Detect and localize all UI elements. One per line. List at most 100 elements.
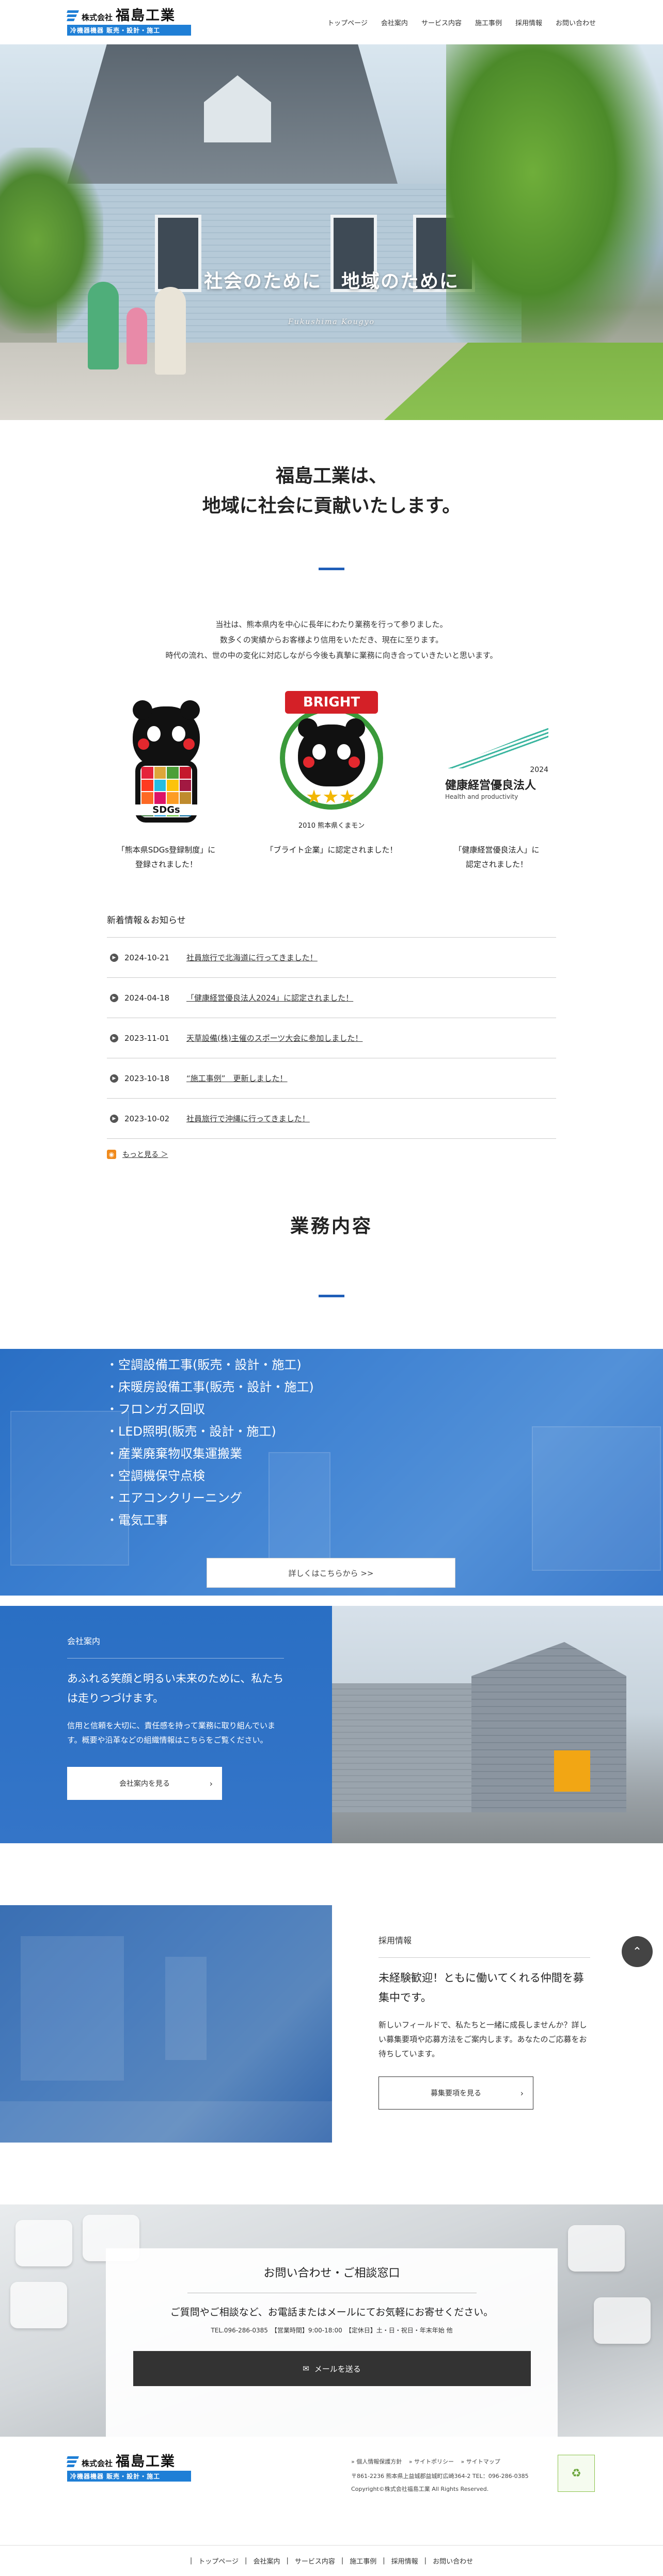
section-divider <box>319 1295 344 1297</box>
badge-health: 2024 健康経営優良法人 Health and productivity 「健… <box>424 686 569 872</box>
footer-address: 〒861-2236 熊本県上益城郡益城町広崎364-2 TEL：096-286-… <box>351 2473 529 2480</box>
nav-works[interactable]: 施工事例 <box>475 18 502 27</box>
news-link[interactable]: 社員旅行で沖縄に行ってきました！ <box>186 1113 310 1124</box>
footer-nav-recruit[interactable]: 採用情報 <box>391 2556 418 2566</box>
news-title: 新着情報＆お知らせ <box>107 913 556 938</box>
logo-tagline: 冷機器機器 販売・設計・施工 <box>67 25 191 36</box>
badge-sdgs: SDGs 「熊本県SDGs登録制度」に 登録されました！ <box>94 686 239 872</box>
logo-mark-icon <box>67 2455 79 2469</box>
service-item: ・空調機保守点検 <box>106 1469 205 1483</box>
footer-nav-top[interactable]: トップページ <box>198 2556 239 2566</box>
arrow-right-icon: ▶ <box>110 1034 118 1042</box>
company-heading: あふれる笑顔と明るい未来のために、私たちは走りつづけます。 <box>67 1672 284 1704</box>
nav-company[interactable]: 会社案内 <box>381 18 408 27</box>
services-title: 業務内容 <box>290 1216 373 1237</box>
arrow-right-icon: ▶ <box>110 993 118 1002</box>
contact-section: お問い合わせ・ご相談窓口 ご質問やご相談など、お電話またはメールにてお気軽にお寄… <box>0 2204 663 2437</box>
site-logo[interactable]: 株式会社 福島工業 冷機器機器 販売・設計・施工 <box>67 9 196 36</box>
news-date: 2024-04-18 <box>124 993 170 1003</box>
news-date: 2024-10-21 <box>124 953 170 962</box>
send-mail-button[interactable]: ✉ メールを送る <box>133 2351 531 2386</box>
contact-box: お問い合わせ・ご相談窓口 ご質問やご相談など、お電話またはメールにてお気軽にお寄… <box>106 2248 558 2437</box>
company-view-button[interactable]: 会社案内を見る › <box>67 1767 222 1800</box>
services-details-button[interactable]: 詳しくはこちらから >> <box>207 1558 455 1588</box>
intro-section: 福島工業は、 地域に社会に貢献いたします。 当社は、熊本県内を中心に長年にわたり… <box>0 420 663 663</box>
badge-caption: 「熊本県SDGs登録制度」に 登録されました！ <box>117 845 216 869</box>
contact-info: TEL.096-286-0385 【営業時間】9:00-18:00 【定休日】土… <box>211 2327 453 2334</box>
footer-site-policy-link[interactable]: » サイトポリシー <box>409 2458 454 2465</box>
news-link[interactable]: 天草設備(株)主催のスポーツ大会に参加しました！ <box>186 1033 362 1043</box>
news-link[interactable]: 社員旅行で北海道に行ってきました！ <box>186 952 318 963</box>
recruit-heading: 未経験歓迎！ともに働いてくれる仲間を募集中です。 <box>378 1972 584 2004</box>
company-text-panel: 会社案内 あふれる笑顔と明るい未来のために、私たちは走りつづけます。 信用と信頼… <box>0 1606 332 1843</box>
envelope-icon: ✉ <box>303 2364 309 2373</box>
news-link[interactable]: “施工事例” 更新しました！ <box>186 1073 288 1084</box>
service-item: ・空調設備工事(販売・設計・施工) <box>106 1358 302 1372</box>
news-item: ▶ 2023-11-01 天草設備(株)主催のスポーツ大会に参加しました！ <box>107 1018 556 1058</box>
news-section: 新着情報＆お知らせ ▶ 2024-10-21 社員旅行で北海道に行ってきました！… <box>107 913 556 1160</box>
company-label: 会社案内 <box>67 1634 284 1659</box>
sdgs-kumamon-icon: SDGs <box>120 700 213 825</box>
keyboard-key-shape <box>15 2220 72 2266</box>
footer-nav-company[interactable]: 会社案内 <box>253 2556 280 2566</box>
news-date: 2023-11-01 <box>124 1033 170 1043</box>
keyboard-key-shape <box>10 2282 67 2328</box>
site-footer: 株式会社 福島工業 冷機器機器 販売・設計・施工 » 個人情報保護方針 » サイ… <box>0 2437 663 2545</box>
forklift-icon <box>554 1750 590 1792</box>
footer-sitemap-link[interactable]: » サイトマップ <box>461 2458 500 2465</box>
nav-recruit[interactable]: 採用情報 <box>515 18 542 27</box>
footer-nav-contact[interactable]: お問い合わせ <box>433 2556 473 2566</box>
eco-badge-icon: ♻ <box>558 2455 595 2492</box>
bright-kumamon-icon: BRIGHT ★★★ 2010 熊本県くまモン <box>264 691 399 835</box>
footer-logo[interactable]: 株式会社 福島工業 冷機器機器 販売・設計・施工 <box>67 2455 207 2482</box>
services-bg-shape <box>532 1426 661 1571</box>
service-item: ・エアコンクリーニング <box>106 1491 242 1505</box>
recruit-workers-photo <box>0 1905 332 2143</box>
footer-policy-links: » 個人情報保護方針 » サイトポリシー » サイトマップ <box>351 2457 506 2466</box>
certification-badges: SDGs 「熊本県SDGs登録制度」に 登録されました！ BRIGHT ★★★ … <box>0 663 663 872</box>
recruit-view-button[interactable]: 募集要項を見る › <box>378 2076 533 2110</box>
nav-services[interactable]: サービス内容 <box>421 18 462 27</box>
company-section: 会社案内 あふれる笑顔と明るい未来のために、私たちは走りつづけます。 信用と信頼… <box>0 1606 663 1843</box>
contact-title: お問い合わせ・ご相談窓口 <box>263 2267 400 2280</box>
news-date: 2023-10-18 <box>124 1073 170 1083</box>
arrow-right-icon: ▶ <box>110 953 118 962</box>
news-more-link[interactable]: もっと見る ＞ <box>122 1149 168 1160</box>
service-item: ・LED照明(販売・設計・施工) <box>106 1424 276 1439</box>
intro-body: 当社は、熊本県内を中心に長年にわたり業務を行って参りました。 数多くの実績からお… <box>165 620 498 660</box>
footer-nav-services[interactable]: サービス内容 <box>295 2556 335 2566</box>
nav-contact[interactable]: お問い合わせ <box>556 18 596 27</box>
hero-family-figures <box>77 282 196 420</box>
news-more: ◉ もっと見る ＞ <box>107 1149 556 1160</box>
news-item: ▶ 2024-10-21 社員旅行で北海道に行ってきました！ <box>107 938 556 978</box>
back-to-top-icon[interactable]: ⌃ <box>622 1936 653 1967</box>
services-list: ・空調設備工事(販売・設計・施工) ・床暖房設備工事(販売・設計・施工) ・フロ… <box>106 1354 314 1532</box>
service-item: ・産業廃棄物収集運搬業 <box>106 1446 242 1461</box>
rss-icon[interactable]: ◉ <box>107 1150 116 1159</box>
badge-caption: 「ブライト企業」に認定されました！ <box>265 845 398 855</box>
keyboard-key-shape <box>594 2297 651 2344</box>
recruit-section: 採用情報 未経験歓迎！ともに働いてくれる仲間を募集中です。 新しいフィールドで、… <box>0 1905 663 2143</box>
logo-company-type: 株式会社 <box>82 13 113 22</box>
footer-nav-works[interactable]: 施工事例 <box>350 2556 376 2566</box>
arrow-right-icon: ▶ <box>110 1074 118 1083</box>
footer-privacy-link[interactable]: » 個人情報保護方針 <box>351 2458 402 2465</box>
news-item: ▶ 2023-10-02 社員旅行で沖縄に行ってきました！ <box>107 1099 556 1139</box>
site-header: 株式会社 福島工業 冷機器機器 販売・設計・施工 トップページ 会社案内 サービ… <box>0 0 663 44</box>
service-item: ・床暖房設備工事(販売・設計・施工) <box>106 1380 314 1394</box>
chevron-right-icon: › <box>520 2088 524 2098</box>
section-divider <box>319 568 344 570</box>
health-productivity-icon: 2024 健康経営優良法人 Health and productivity <box>435 717 559 810</box>
footer-copyright: Copyright©株式会社福島工業 All Rights Reserved. <box>351 2486 489 2492</box>
footer-nav: | トップページ | 会社案内 | サービス内容 | 施工事例 | 採用情報 | お問い合… <box>0 2545 663 2576</box>
nav-top[interactable]: トップページ <box>327 18 368 27</box>
chevron-right-icon: › <box>209 1778 213 1789</box>
news-item: ▶ 2023-10-18 “施工事例” 更新しました！ <box>107 1058 556 1099</box>
logo-mark-icon <box>67 9 79 23</box>
contact-lead: ご質問やご相談など、お電話またはメールにてお気軽にお寄せください。 <box>170 2307 494 2318</box>
badge-caption: 「健康経営優良法人」に 認定されました！ <box>454 845 540 869</box>
news-link[interactable]: 「健康経営優良法人2024」に認定されました！ <box>186 992 353 1003</box>
star-icon: ★★★ <box>306 786 356 808</box>
company-building-photo <box>332 1606 663 1843</box>
keyboard-key-shape <box>568 2225 625 2272</box>
